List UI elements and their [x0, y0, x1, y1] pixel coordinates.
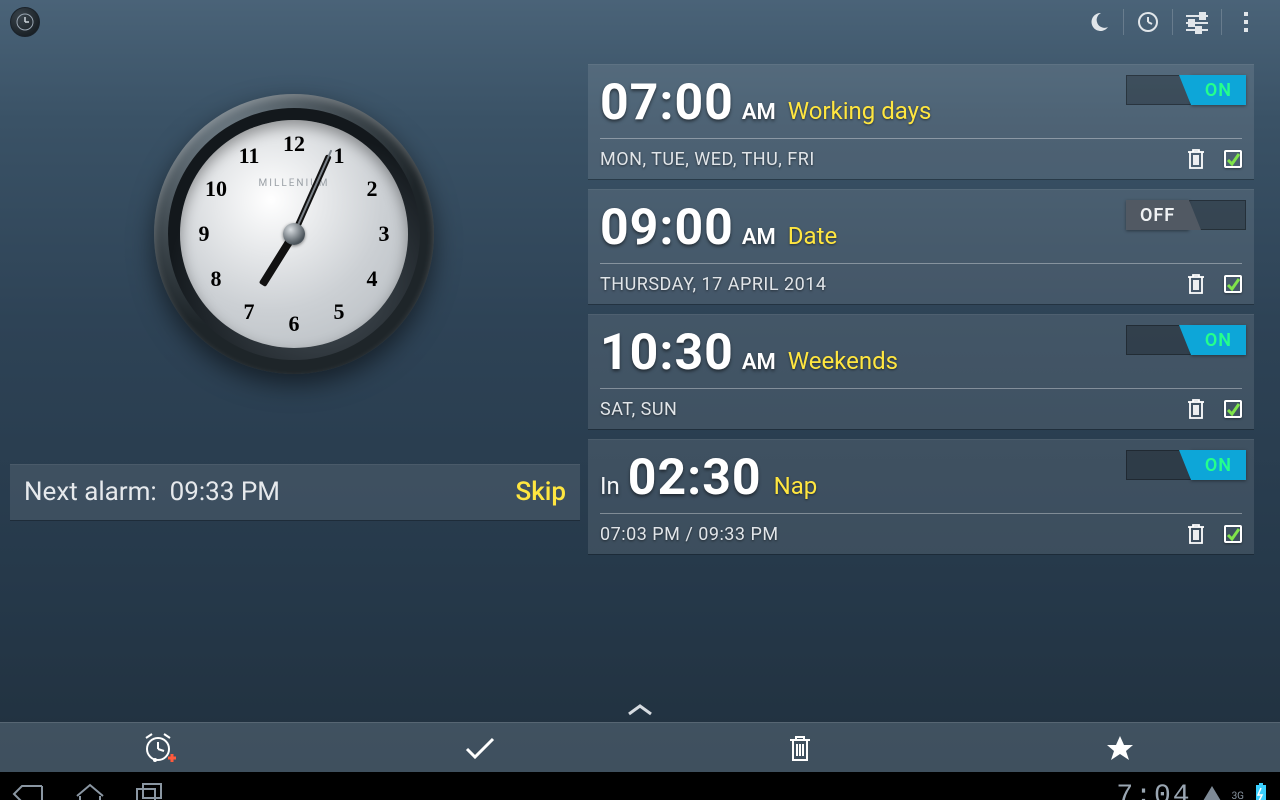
- alarm-subtext: 07:03 PM / 09:33 PM: [600, 524, 779, 545]
- analog-clock: MILLENIUM 123456789101112: [154, 94, 434, 374]
- alarm-time: 07:00: [600, 74, 734, 132]
- alarm-toggle[interactable]: ON: [1126, 74, 1246, 106]
- alarm-checkbox[interactable]: [1224, 400, 1242, 418]
- toggle-label: ON: [1191, 325, 1246, 355]
- clock-number: 6: [280, 311, 308, 337]
- trash-icon[interactable]: [1186, 272, 1206, 296]
- app-clock-icon: [10, 7, 40, 37]
- alarm-prefix: In: [600, 472, 620, 500]
- alarm-toggle[interactable]: ON: [1126, 449, 1246, 481]
- alarm-subtext: MON, TUE, WED, THU, FRI: [600, 149, 815, 170]
- alarm-checkbox[interactable]: [1224, 150, 1242, 168]
- alarm-item[interactable]: ON In 02:30 Nap 07:03 PM / 09:33 PM: [588, 439, 1254, 554]
- clock-number: 2: [358, 176, 386, 202]
- skip-button[interactable]: Skip: [515, 477, 566, 507]
- confirm-button[interactable]: [320, 723, 640, 772]
- next-alarm-panel[interactable]: Next alarm: 09:33 PM Skip: [10, 464, 580, 520]
- alarm-label: Working days: [788, 97, 932, 125]
- clock-pivot: [283, 223, 305, 245]
- alarm-time: 09:00: [600, 199, 734, 257]
- clock-number: 12: [280, 131, 308, 157]
- system-nav-bar: 7:04 3G: [0, 772, 1280, 800]
- toggle-label: ON: [1191, 75, 1246, 105]
- alarm-item[interactable]: ON 07:00 AM Working days MON, TUE, WED, …: [588, 64, 1254, 179]
- trash-icon[interactable]: [1186, 522, 1206, 546]
- network-label: 3G: [1232, 791, 1244, 800]
- alarm-subtext: SAT, SUN: [600, 399, 677, 420]
- clock-number: 8: [202, 266, 230, 292]
- clock-number: 11: [235, 143, 263, 169]
- clock-number: 9: [190, 221, 218, 247]
- favorite-button[interactable]: [960, 723, 1280, 772]
- next-alarm-text: Next alarm: 09:33 PM: [24, 477, 280, 507]
- trash-icon[interactable]: [1186, 147, 1206, 171]
- home-button[interactable]: [74, 782, 106, 800]
- alarm-list: ON 07:00 AM Working days MON, TUE, WED, …: [588, 64, 1268, 698]
- alarm-toggle[interactable]: ON: [1126, 324, 1246, 356]
- clock-number: 4: [358, 266, 386, 292]
- main-content: MILLENIUM 123456789101112 Next alarm: 09…: [0, 44, 1280, 698]
- alarm-ampm: AM: [742, 350, 776, 375]
- alarm-ampm: AM: [742, 225, 776, 250]
- left-pane: MILLENIUM 123456789101112 Next alarm: 09…: [0, 64, 588, 698]
- clock-number: 7: [235, 299, 263, 325]
- alarm-label: Weekends: [788, 347, 898, 375]
- alarm-label: Date: [788, 222, 837, 250]
- delete-button[interactable]: [640, 723, 960, 772]
- bottom-toolbar: [0, 722, 1280, 772]
- alarm-checkbox[interactable]: [1224, 525, 1242, 543]
- clock-number: 3: [370, 221, 398, 247]
- alarm-ampm: AM: [742, 100, 776, 125]
- alarm-toggle[interactable]: OFF: [1126, 199, 1246, 231]
- clock-number: 5: [325, 299, 353, 325]
- clock-number: 10: [202, 176, 230, 202]
- expand-handle[interactable]: [0, 698, 1280, 722]
- wifi-icon: [1202, 785, 1222, 800]
- overflow-menu-icon[interactable]: [1222, 0, 1270, 44]
- recent-apps-button[interactable]: [134, 782, 166, 800]
- alarm-time: 02:30: [628, 449, 762, 507]
- back-button[interactable]: [12, 782, 46, 800]
- alarm-item[interactable]: ON 10:30 AM Weekends SAT, SUN: [588, 314, 1254, 429]
- clock-icon[interactable]: [1124, 0, 1172, 44]
- night-mode-icon[interactable]: [1075, 0, 1123, 44]
- battery-icon: [1254, 783, 1268, 800]
- trash-icon[interactable]: [1186, 397, 1206, 421]
- toggle-label: ON: [1191, 450, 1246, 480]
- add-alarm-button[interactable]: [0, 723, 320, 772]
- status-clock: 7:04: [1116, 781, 1191, 800]
- settings-sliders-icon[interactable]: [1173, 0, 1221, 44]
- top-bar: [0, 0, 1280, 44]
- alarm-label: Nap: [774, 472, 818, 500]
- toggle-label: OFF: [1126, 200, 1189, 230]
- alarm-subtext: THURSDAY, 17 APRIL 2014: [600, 274, 826, 295]
- alarm-checkbox[interactable]: [1224, 275, 1242, 293]
- alarm-item[interactable]: OFF 09:00 AM Date THURSDAY, 17 APRIL 201…: [588, 189, 1254, 304]
- alarm-time: 10:30: [600, 324, 734, 382]
